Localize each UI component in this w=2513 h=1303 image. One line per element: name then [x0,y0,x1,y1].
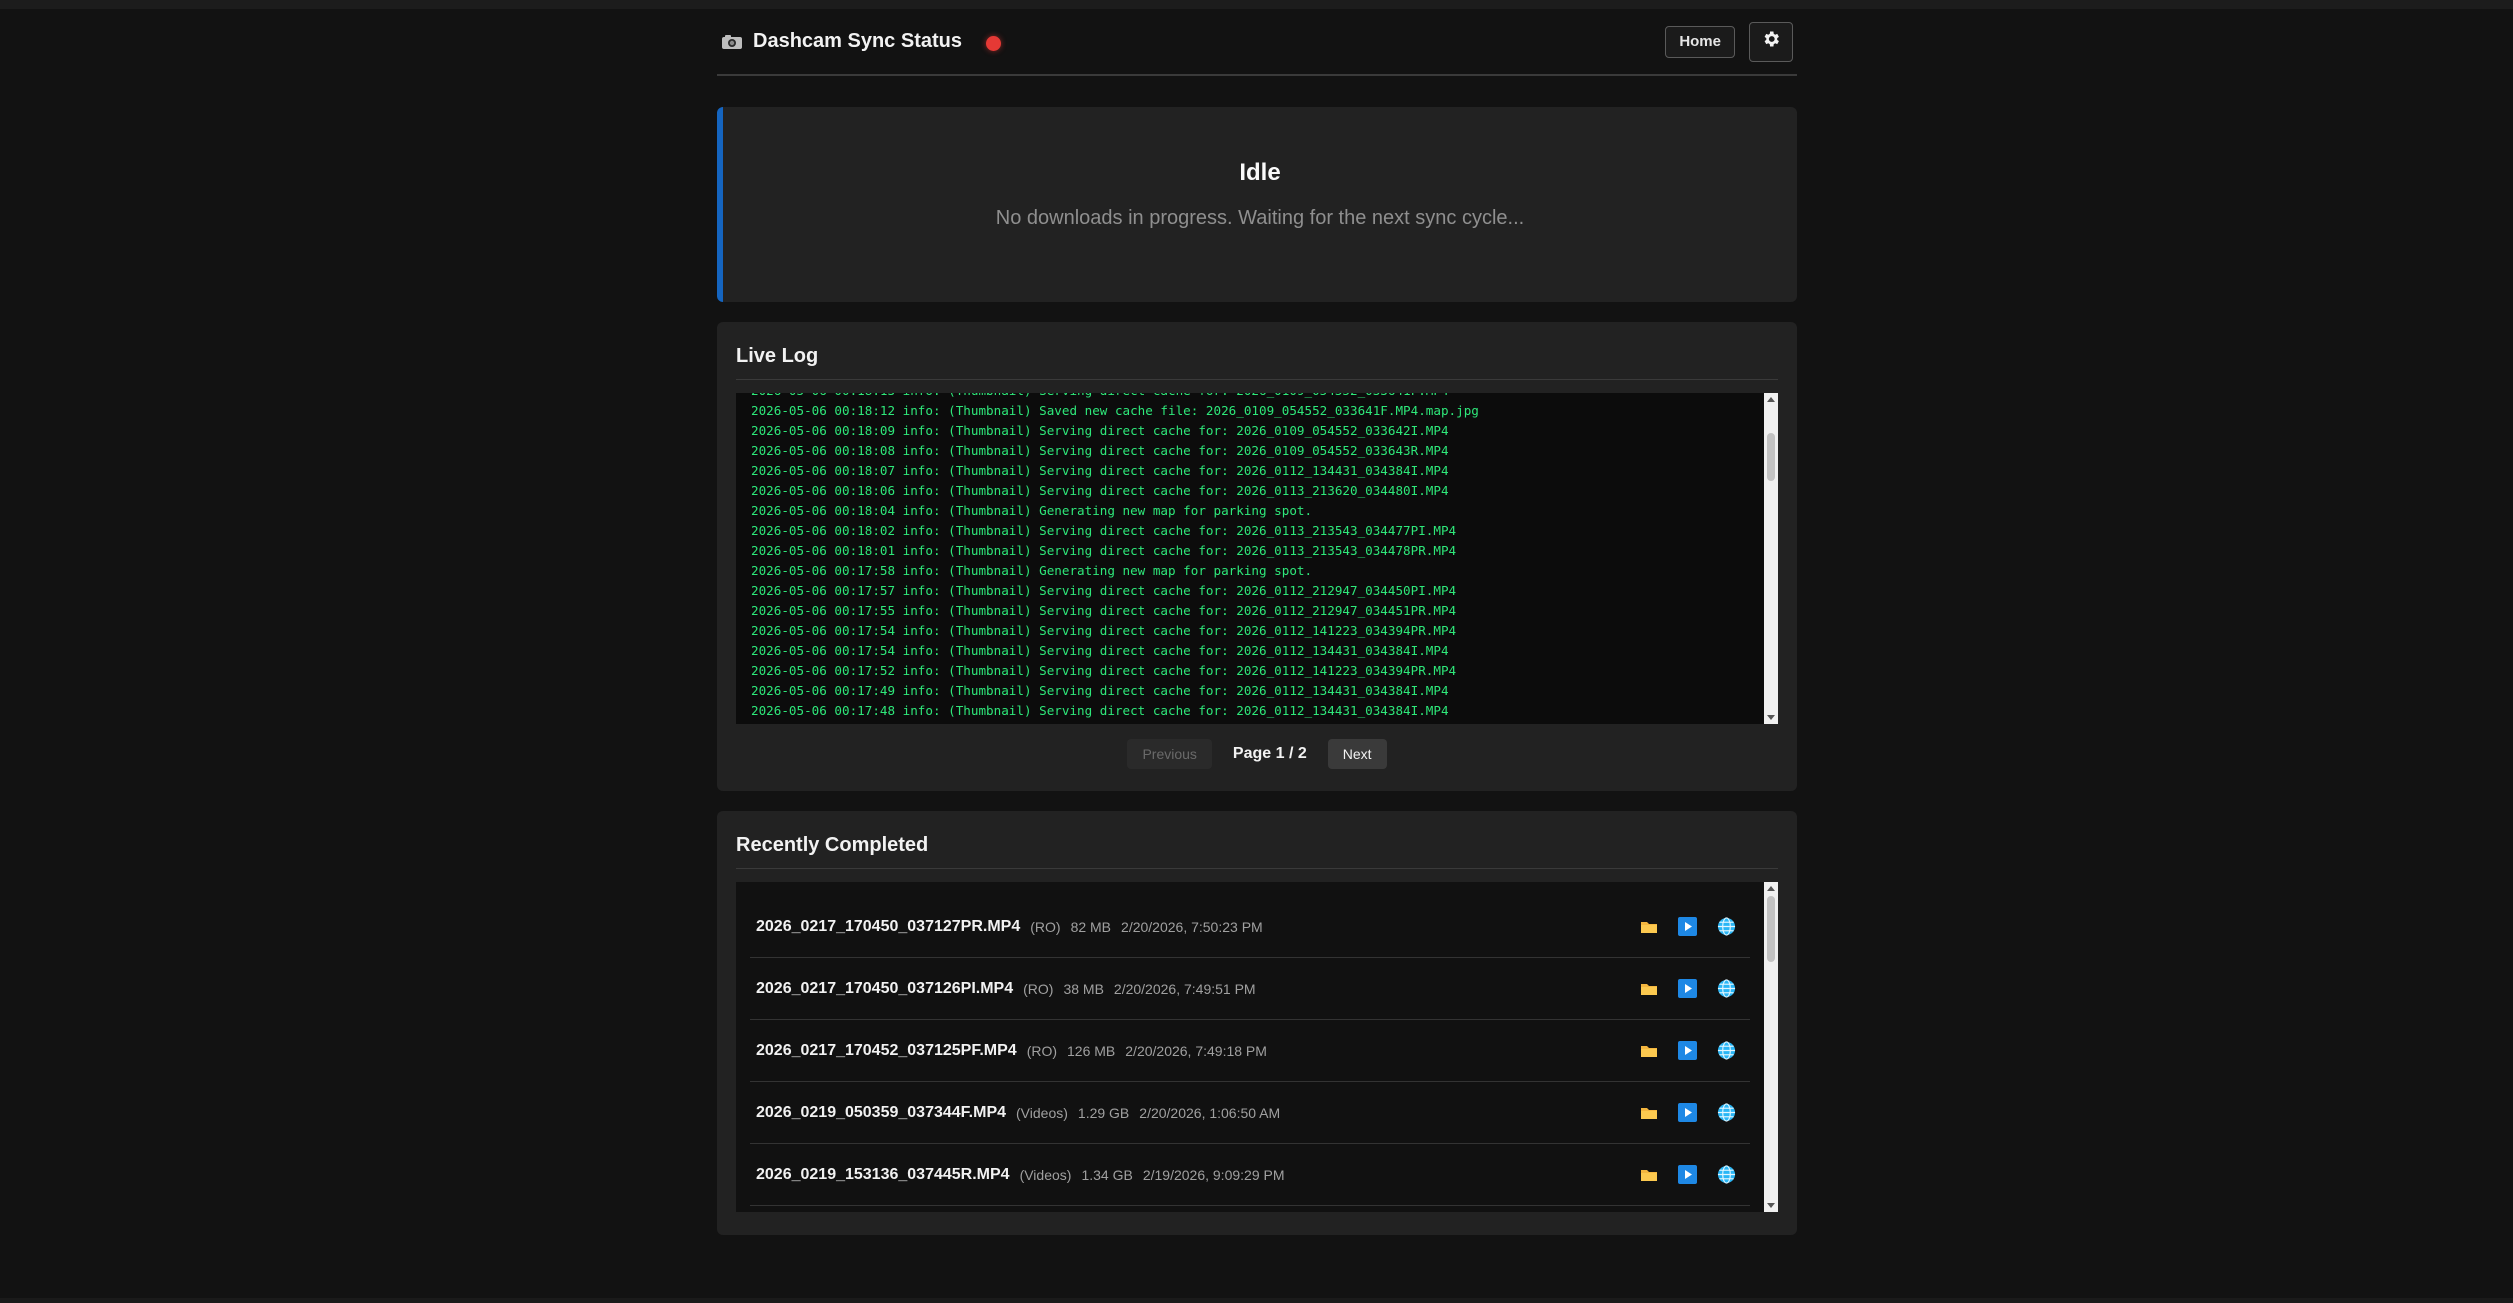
file-name: 2026_0217_170450_037126PI.MP4 [756,979,1014,997]
file-name: 2026_0219_050359_037344F.MP4 [756,1103,1007,1121]
file-size: 38 MB [1063,980,1104,997]
log-line: 2026-05-06 00:18:07 info: (Thumbnail) Se… [751,463,1449,478]
log-line: 2026-05-06 00:17:48 info: (Thumbnail) Se… [751,703,1449,718]
file-folder: (RO) [1030,918,1061,935]
log-line: 2026-05-06 00:17:54 info: (Thumbnail) Se… [751,643,1449,658]
file-folder: (Videos) [1016,1104,1068,1121]
folder-icon[interactable] [1639,1041,1658,1060]
completed-item-row: 2026_0219_153136_037445R.MP4 (Videos) 1.34… [750,1144,1750,1206]
completed-list-container[interactable]: 2026_0217_170450_037127PR.MP4 (RO) 82 MB 2/… [736,882,1778,1212]
log-line: 2026-05-06 00:17:52 info: (Thumbnail) Se… [751,663,1457,678]
completed-item-row: 2026_0217_170452_037125PF.MP4 (RO) 126 MB 2… [750,1020,1750,1082]
folder-icon[interactable] [1639,1165,1658,1184]
file-folder: (RO) [1026,1042,1058,1059]
file-date: 2/20/2026, 7:49:18 PM [1125,1042,1267,1059]
window-bottom-strip [0,1298,2513,1303]
connection-status-dot [985,36,1001,51]
folder-icon[interactable] [1639,917,1658,936]
globe-icon[interactable] [1717,1041,1736,1060]
page-header: Dashcam Sync Status Home [717,9,1797,76]
folder-icon[interactable] [1639,979,1658,998]
log-line: 2026-05-06 00:18:13 info: (Thumbnail) Se… [751,393,1758,401]
file-size: 82 MB [1070,918,1112,935]
recently-completed-title: Recently Completed [736,811,1778,869]
log-line: 2026-05-06 00:17:49 info: (Thumbnail) Se… [751,683,1449,698]
gear-icon [1761,29,1781,54]
file-date: 2/20/2026, 1:06:50 AM [1139,1104,1281,1121]
globe-icon[interactable] [1717,1103,1736,1122]
folder-icon[interactable] [1639,1103,1658,1122]
scroll-down-arrow-icon[interactable] [1767,715,1775,720]
row-actions [1639,1103,1750,1122]
log-line: 2026-05-06 00:17:57 info: (Thumbnail) Se… [751,583,1457,598]
settings-button[interactable] [1749,21,1793,62]
play-icon[interactable] [1678,1103,1697,1122]
globe-icon[interactable] [1717,1165,1736,1184]
scroll-thumb[interactable] [1767,433,1775,481]
file-folder: (Videos) [1019,1166,1072,1183]
file-name: 2026_0217_170452_037125PF.MP4 [756,1041,1017,1059]
play-icon[interactable] [1678,1165,1697,1184]
completed-item-row: 2026_0217_170450_037126PI.MP4 (RO) 38 MB 2/… [750,958,1750,1020]
scroll-up-arrow-icon[interactable] [1767,397,1775,402]
completed-item-row: 2026_0217_170450_037127PR.MP4 (RO) 82 MB 2/… [750,896,1750,958]
page-title: Dashcam Sync Status [753,30,962,52]
file-size: 126 MB [1067,1042,1116,1059]
log-line: 2026-05-06 00:18:04 info: (Thumbnail) Ge… [751,503,1313,518]
log-line: 2026-05-06 00:18:01 info: (Thumbnail) Se… [751,543,1457,558]
row-actions [1639,1041,1750,1060]
play-icon[interactable] [1678,979,1697,998]
file-date: 2/19/2026, 9:09:29 PM [1142,1166,1285,1183]
completed-item-row: 2026_0219_050359_037344F.MP4 (Videos) 1.29… [750,1082,1750,1144]
log-pagination: Previous Page 1 / 2 Next [736,739,1778,769]
file-date: 2/20/2026, 7:49:51 PM [1113,980,1256,997]
log-output[interactable]: 2026-05-06 00:18:13 info: (Thumbnail) Se… [736,393,1778,724]
file-size: 1.34 GB [1081,1166,1133,1183]
scroll-thumb[interactable] [1767,896,1775,962]
row-actions [1639,1165,1750,1184]
globe-icon[interactable] [1717,979,1736,998]
recently-completed-panel: Recently Completed 2026_0217_170450_0371… [717,811,1797,1235]
previous-page-button[interactable]: Previous [1127,739,1212,769]
sync-status-title: Idle [1239,159,1281,186]
sync-status-message: No downloads in progress. Waiting for th… [995,207,1525,229]
globe-icon[interactable] [1717,917,1736,936]
log-line: 2026-05-06 00:18:08 info: (Thumbnail) Se… [751,443,1449,458]
camera-icon [721,34,743,50]
scroll-up-arrow-icon[interactable] [1767,886,1775,891]
completed-scrollbar[interactable] [1764,882,1778,1212]
scroll-down-arrow-icon[interactable] [1767,1203,1775,1208]
log-line: 2026-05-06 00:18:09 info: (Thumbnail) Se… [751,423,1449,438]
file-name: 2026_0219_153136_037445R.MP4 [756,1165,1010,1183]
file-folder: (RO) [1023,980,1054,997]
row-actions [1639,979,1750,998]
home-button[interactable]: Home [1665,25,1735,58]
play-icon[interactable] [1678,917,1697,936]
page-indicator: Page 1 / 2 [1232,745,1307,762]
play-icon[interactable] [1678,1041,1697,1060]
window-top-strip [0,0,2513,9]
header-actions: Home [1665,21,1793,62]
file-size: 1.29 GB [1077,1104,1130,1121]
live-log-title: Live Log [736,322,1778,380]
log-line: 2026-05-06 00:17:58 info: (Thumbnail) Ge… [751,563,1313,578]
sync-status-card: Idle No downloads in progress. Waiting f… [717,107,1797,302]
completed-list: 2026_0217_170450_037127PR.MP4 (RO) 82 MB 2/… [750,896,1750,1206]
next-page-button[interactable]: Next [1327,739,1387,769]
file-name: 2026_0217_170450_037127PR.MP4 [756,917,1021,935]
log-line: 2026-05-06 00:17:54 info: (Thumbnail) Se… [751,623,1457,638]
page-container: Dashcam Sync Status Home Idle No downloa… [717,9,1797,1235]
log-scrollbar[interactable] [1764,393,1778,724]
log-line: 2026-05-06 00:18:02 info: (Thumbnail) Se… [751,523,1457,538]
log-line: 2026-05-06 00:18:12 info: (Thumbnail) Sa… [751,403,1479,418]
log-line: 2026-05-06 00:18:06 info: (Thumbnail) Se… [751,483,1449,498]
log-line: 2026-05-06 00:17:55 info: (Thumbnail) Se… [751,603,1457,618]
log-lines: 2026-05-06 00:18:13 info: (Thumbnail) Se… [751,393,1758,721]
live-log-panel: Live Log 2026-05-06 00:18:13 info: (Thum… [717,322,1797,791]
row-actions [1639,917,1750,936]
file-date: 2/20/2026, 7:50:23 PM [1121,918,1263,935]
